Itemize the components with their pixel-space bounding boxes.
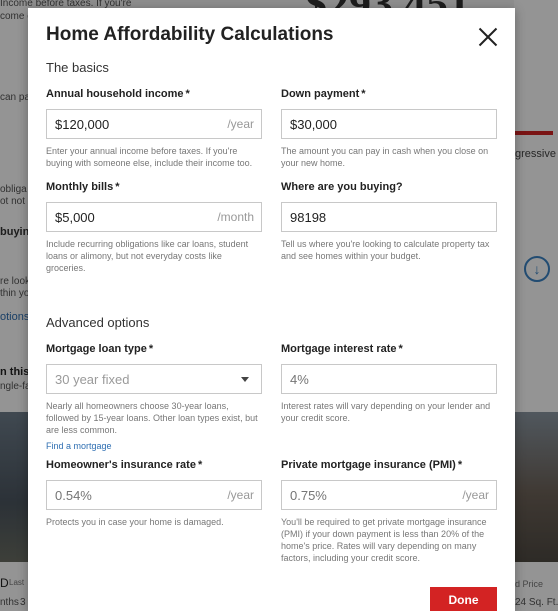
loan-type-label: Mortgage loan type — [46, 343, 147, 355]
loan-type-select[interactable] — [46, 364, 262, 394]
close-icon[interactable] — [477, 26, 499, 48]
required-marker: * — [361, 88, 366, 100]
annual-income-field: Annual household income* /year Enter you… — [46, 88, 262, 169]
required-marker: * — [197, 459, 203, 471]
monthly-bills-label: Monthly bills — [46, 181, 114, 193]
pmi-help: You'll be required to get private mortga… — [281, 517, 487, 563]
interest-rate-label: Mortgage interest rate — [281, 343, 397, 355]
down-payment-help: The amount you can pay in cash when you … — [281, 146, 489, 168]
find-mortgage-link[interactable]: Find a mortgage — [46, 441, 112, 451]
insurance-rate-help: Protects you in case your home is damage… — [46, 517, 224, 527]
required-marker: * — [185, 88, 190, 100]
monthly-bills-help: Include recurring obligations like car l… — [46, 239, 249, 273]
annual-income-box: /year — [46, 109, 262, 139]
down-payment-field: Down payment* The amount you can pay in … — [281, 88, 497, 169]
chevron-down-icon — [241, 377, 249, 382]
pmi-box: /year — [281, 480, 497, 510]
required-marker: * — [457, 459, 463, 471]
location-box — [281, 202, 497, 232]
pmi-input[interactable] — [282, 481, 496, 509]
required-marker: * — [148, 343, 154, 355]
required-marker: * — [398, 343, 403, 355]
insurance-rate-label: Homeowner's insurance rate — [46, 459, 196, 471]
down-payment-input[interactable] — [282, 110, 496, 138]
advanced-heading: Advanced options — [46, 315, 150, 330]
basics-heading: The basics — [46, 60, 109, 75]
interest-rate-input[interactable] — [282, 365, 496, 393]
interest-rate-box — [281, 364, 497, 394]
annual-income-input[interactable] — [47, 110, 261, 138]
insurance-rate-field: Homeowner's insurance rate* /year Protec… — [46, 459, 262, 528]
affordability-modal: Home Affordability Calculations The basi… — [28, 8, 515, 611]
annual-income-help: Enter your annual income before taxes. I… — [46, 146, 253, 168]
pmi-label: Private mortgage insurance (PMI) — [281, 459, 456, 471]
interest-rate-field: Mortgage interest rate* Interest rates w… — [281, 343, 497, 424]
monthly-bills-field: Monthly bills* /month Include recurring … — [46, 181, 262, 274]
location-input[interactable] — [282, 203, 496, 231]
down-payment-box — [281, 109, 497, 139]
down-payment-label: Down payment — [281, 88, 360, 100]
location-label: Where are you buying? — [281, 181, 403, 193]
loan-type-help: Nearly all homeowners choose 30-year loa… — [46, 401, 258, 435]
required-marker: * — [115, 181, 120, 193]
location-field: Where are you buying? Tell us where you'… — [281, 181, 497, 262]
monthly-bills-box: /month — [46, 202, 262, 232]
loan-type-field: Mortgage loan type* Nearly all homeowner… — [46, 343, 262, 454]
interest-rate-help: Interest rates will vary depending on yo… — [281, 401, 491, 423]
loan-type-value[interactable] — [47, 365, 261, 393]
insurance-rate-input[interactable] — [47, 481, 261, 509]
pmi-field: Private mortgage insurance (PMI)* /year … — [281, 459, 497, 564]
done-button[interactable]: Done — [430, 587, 497, 611]
location-help: Tell us where you're looking to calculat… — [281, 239, 490, 261]
monthly-bills-input[interactable] — [47, 203, 261, 231]
insurance-rate-box: /year — [46, 480, 262, 510]
modal-title: Home Affordability Calculations — [46, 24, 334, 45]
annual-income-label: Annual household income — [46, 88, 184, 100]
